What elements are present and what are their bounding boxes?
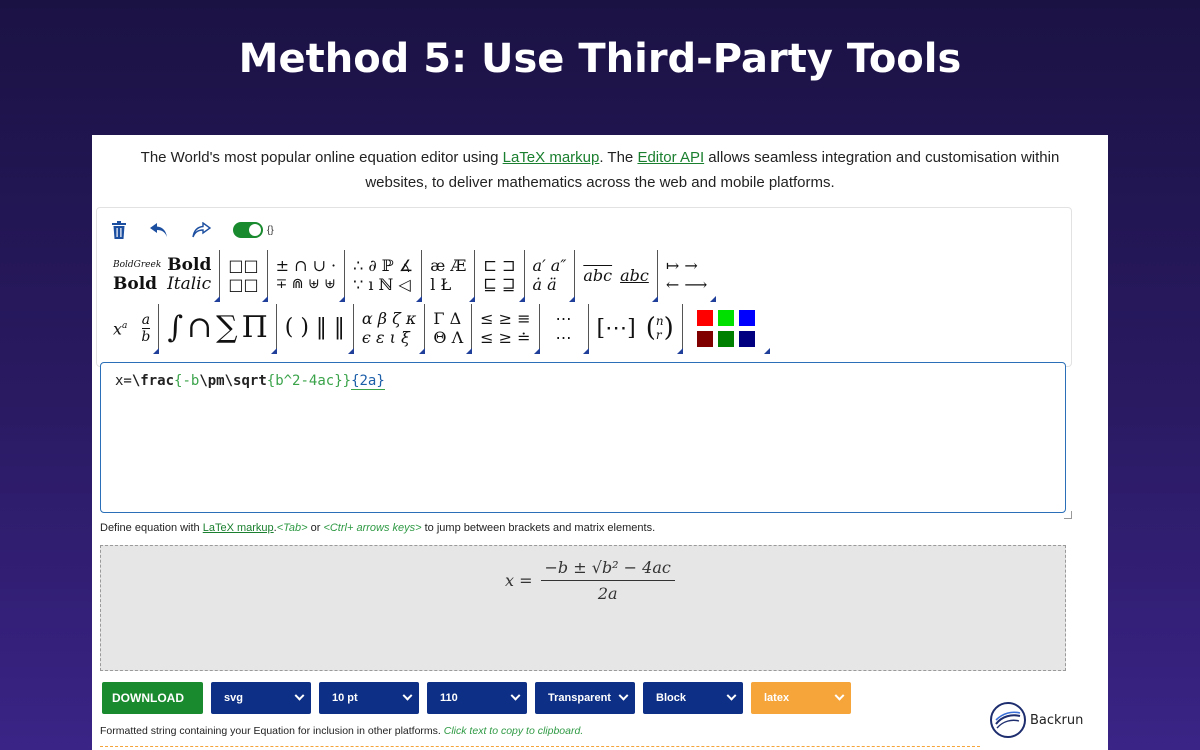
- palette-over-under[interactable]: abc abc: [575, 250, 658, 302]
- palette-letters[interactable]: æ Æ l Ł: [422, 250, 476, 302]
- toggle-track: [233, 222, 263, 238]
- editor-api-link[interactable]: Editor API: [637, 149, 704, 166]
- palette-subsup-boxes[interactable]: □□ □□: [220, 250, 268, 302]
- symbol-toolbar: {} BoldGreek Bold Bold Italic □□ □□ ± ∩ ∪ …: [96, 207, 1072, 367]
- font-size-select[interactable]: 10 pt: [319, 682, 419, 714]
- formula-numerator: −b ± √b² − 4ac: [540, 558, 675, 581]
- formula-denominator: 2a: [597, 584, 618, 603]
- chevron-down-icon: [834, 690, 845, 701]
- brand-logo-block: Backrun: [990, 702, 1083, 738]
- dpi-value: 110: [440, 692, 458, 704]
- display-select[interactable]: Block: [643, 682, 743, 714]
- latex-token: b^2-4ac: [275, 373, 335, 389]
- palette-brackets[interactable]: ( ) ‖ ‖: [277, 304, 354, 354]
- latex-token: -b: [182, 373, 200, 389]
- output-value: latex: [764, 692, 790, 704]
- hint-latex-link[interactable]: LaTeX markup: [203, 522, 274, 534]
- intro-part: The World's most popular online equation…: [140, 149, 503, 166]
- palette-relations[interactable]: ≤ ≥ ≡ ≤ ≥ ≐: [472, 304, 540, 354]
- palette-big-operators[interactable]: ∫ ∩ ∑ Π: [159, 304, 277, 354]
- palette-superscript-fraction[interactable]: xa a b: [105, 304, 160, 354]
- chevron-down-icon: [618, 690, 629, 701]
- intro-text: The World's most popular online equation…: [92, 145, 1108, 195]
- palette-matrices[interactable]: [⋯](n r): [589, 304, 683, 354]
- formula-fraction: −b ± √b² − 4ac 2a: [540, 558, 675, 603]
- output-string-box[interactable]: [100, 746, 980, 747]
- hint-part: to jump between brackets and matrix elem…: [421, 522, 656, 534]
- rendered-formula: x = −b ± √b² − 4ac 2a: [505, 558, 675, 603]
- background-value: Transparent: [548, 692, 611, 704]
- hint-part: or: [307, 522, 324, 534]
- latex-token: x=: [115, 373, 132, 389]
- format-value: svg: [224, 692, 243, 704]
- footer-text: Formatted string containing your Equatio…: [100, 725, 444, 737]
- trash-icon[interactable]: [111, 221, 127, 239]
- color-swatches: [691, 309, 761, 347]
- latex-token: }}: [334, 373, 352, 389]
- palette-row-2: xa a b ∫ ∩ ∑ Π ( ) ‖ ‖ α β ζ κ ϵ ε ι ξ Γ Δ Θ …: [105, 304, 770, 354]
- palette-logic-sets[interactable]: ∴ ∂ ℙ ∡ ∵ ı ℕ ◁: [345, 250, 423, 302]
- latex-token: {: [266, 373, 276, 389]
- brace-highlight-toggle[interactable]: {}: [233, 222, 274, 238]
- format-select[interactable]: svg: [211, 682, 311, 714]
- redo-icon[interactable]: [191, 222, 211, 238]
- latex-markup-link[interactable]: LaTeX markup: [503, 149, 600, 166]
- chevron-down-icon: [294, 690, 305, 701]
- color-swatch[interactable]: [738, 309, 755, 326]
- input-hint: Define equation with LaTeX markup.<Tab> …: [100, 522, 655, 534]
- formula-lhs: x =: [505, 571, 533, 590]
- color-swatch[interactable]: [717, 330, 734, 347]
- brand-name: Backrun: [1030, 712, 1084, 728]
- resize-handle[interactable]: [1064, 511, 1072, 519]
- chevron-down-icon: [726, 690, 737, 701]
- color-swatch[interactable]: [717, 309, 734, 326]
- intro-part: . The: [599, 149, 638, 166]
- latex-token: \pm\sqrt: [199, 373, 267, 389]
- backrun-logo-icon: [990, 702, 1026, 738]
- background-select[interactable]: Transparent: [535, 682, 635, 714]
- palette-greek-upper[interactable]: Γ Δ Θ Λ: [425, 304, 473, 354]
- palette-operators[interactable]: ± ∩ ∪ · ∓ ⋒ ⊎ ⊎: [268, 250, 346, 302]
- undo-icon[interactable]: [149, 222, 169, 238]
- palette-bold-styles[interactable]: BoldGreek Bold Bold Italic: [105, 250, 221, 302]
- hint-ctrl: <Ctrl+ arrows keys>: [323, 522, 422, 534]
- equation-preview: x = −b ± √b² − 4ac 2a: [100, 545, 1066, 671]
- chevron-down-icon: [510, 690, 521, 701]
- palette-arrows[interactable]: ↦ → ← ⟶: [658, 250, 717, 302]
- latex-token: {2a}: [351, 373, 385, 390]
- palette-subset[interactable]: ⊏ ⊐ ⊑ ⊒: [475, 250, 525, 302]
- color-swatch[interactable]: [696, 309, 713, 326]
- latex-input[interactable]: x=\frac{-b\pm\sqrt{b^2-4ac}}{2a}: [100, 362, 1066, 513]
- color-swatch[interactable]: [738, 330, 755, 347]
- palette-colors[interactable]: [683, 304, 770, 354]
- chevron-down-icon: [402, 690, 413, 701]
- palette-accents[interactable]: a′ a″ ȧ ä: [525, 250, 576, 302]
- hint-tab: <Tab>: [276, 522, 308, 534]
- size-value: 10 pt: [332, 692, 358, 704]
- latex-token: \frac: [131, 373, 175, 389]
- palette-greek-lower[interactable]: α β ζ κ ϵ ε ι ξ: [354, 304, 426, 354]
- toggle-knob: [249, 224, 261, 236]
- slide-title: Method 5: Use Third-Party Tools: [238, 36, 962, 82]
- color-swatch[interactable]: [696, 330, 713, 347]
- copy-hint[interactable]: Click text to copy to clipboard.: [444, 725, 583, 737]
- output-description: Formatted string containing your Equatio…: [100, 725, 583, 737]
- display-value: Block: [656, 692, 686, 704]
- output-controls: DOWNLOAD svg 10 pt 110 Transparent Block…: [102, 682, 851, 714]
- output-format-select[interactable]: latex: [751, 682, 851, 714]
- palette-dots[interactable]: ⋯ ⋯: [540, 304, 589, 354]
- action-bar: {}: [111, 218, 274, 242]
- equation-editor-panel: The World's most popular online equation…: [92, 135, 1108, 750]
- toggle-label: {}: [267, 224, 274, 236]
- download-button[interactable]: DOWNLOAD: [102, 682, 203, 714]
- dpi-select[interactable]: 110: [427, 682, 527, 714]
- palette-row-1: BoldGreek Bold Bold Italic □□ □□ ± ∩ ∪ · ∓…: [105, 250, 717, 302]
- hint-part: Define equation with: [100, 522, 203, 534]
